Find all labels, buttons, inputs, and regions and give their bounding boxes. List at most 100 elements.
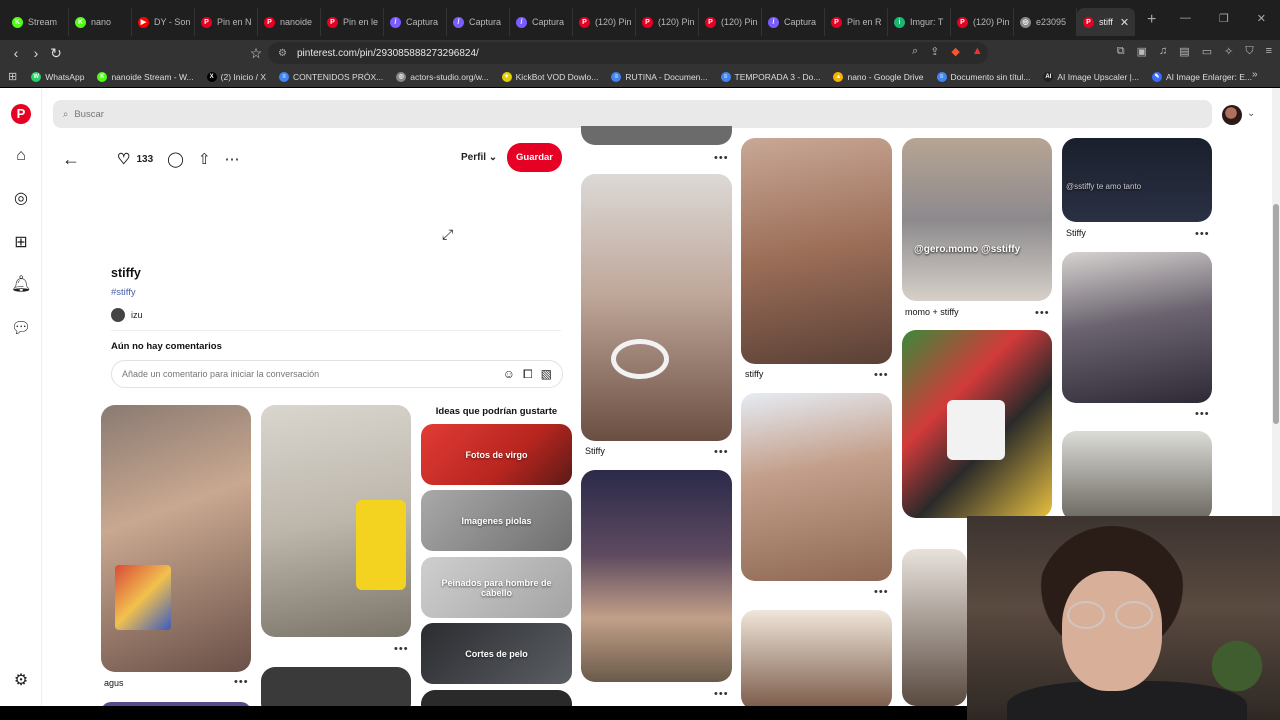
- more-options-icon[interactable]: •••: [1035, 307, 1050, 319]
- tab-search-icon[interactable]: ▣: [1137, 45, 1147, 58]
- bookmark-item[interactable]: ≡ Documento sin títul...: [936, 71, 1030, 82]
- bookmark-item[interactable]: ✦ KickBot VOD Dowlo...: [501, 71, 598, 82]
- bookmarks-overflow-icon[interactable]: »: [1252, 69, 1258, 80]
- reload-icon[interactable]: ↻: [46, 45, 66, 62]
- menu-icon[interactable]: ≡: [1266, 45, 1272, 58]
- back-nav-icon[interactable]: ‹: [6, 45, 26, 61]
- more-options-icon[interactable]: •••: [714, 688, 729, 700]
- bookmark-item[interactable]: W WhatsApp: [31, 71, 84, 82]
- browser-tab[interactable]: ◎ e23095: [1014, 8, 1077, 36]
- wallet-icon[interactable]: ▭: [1202, 45, 1212, 58]
- browser-tab[interactable]: Knano: [69, 8, 132, 36]
- browser-tab-active[interactable]: Pstiff ✕: [1077, 8, 1135, 36]
- brave-shield-icon[interactable]: ◆: [951, 45, 959, 58]
- notifications-icon[interactable]: 🔔︎: [11, 275, 31, 295]
- bookmark-item[interactable]: Knanoide Stream - W...: [97, 71, 194, 82]
- close-window-icon[interactable]: ✕: [1257, 12, 1266, 25]
- more-options-icon[interactable]: •••: [234, 676, 249, 688]
- more-options-icon[interactable]: ⋯: [225, 150, 240, 168]
- pin-image-pc-setup[interactable]: [1062, 252, 1212, 403]
- apps-grid-icon[interactable]: ⊞: [8, 70, 17, 83]
- more-options-icon[interactable]: •••: [1195, 408, 1210, 420]
- browser-tab[interactable]: K Stream: [6, 8, 69, 36]
- extensions-icon[interactable]: ⧉: [1117, 45, 1125, 58]
- pin-author[interactable]: izu: [111, 308, 143, 322]
- browser-tab[interactable]: P (120) Pin: [573, 8, 636, 36]
- bookmark-item[interactable]: ✎ AI Image Enlarger: E...: [1151, 71, 1252, 82]
- sticker-icon[interactable]: ⧠: [523, 367, 533, 382]
- more-options-icon[interactable]: •••: [714, 152, 729, 164]
- bookmark-item[interactable]: ≡ CONTENIDOS PRÓX...: [279, 71, 383, 82]
- pin-caption[interactable]: agus: [104, 678, 124, 688]
- chevron-down-icon[interactable]: ⌄: [1247, 108, 1255, 119]
- sidebar-icon[interactable]: ▤: [1179, 45, 1189, 58]
- address-bar[interactable]: ⚙ pinterest.com/pin/293085888273296824/: [268, 42, 988, 64]
- messages-icon[interactable]: 💬︎: [11, 319, 31, 339]
- idea-card-piolas[interactable]: Imagenes piolas: [421, 490, 572, 551]
- browser-tab[interactable]: ▶ DY - Son: [132, 8, 195, 36]
- bookmark-item[interactable]: ▲ nano - Google Drive: [833, 71, 924, 82]
- search-bar[interactable]: ⌕ Buscar: [53, 100, 1212, 128]
- bookmark-item[interactable]: ◎ actors-studio.org/w...: [396, 71, 489, 82]
- bookmark-star-icon[interactable]: ☆: [246, 45, 266, 62]
- more-options-icon[interactable]: •••: [394, 643, 409, 655]
- pin-image-sstiffy[interactable]: @sstiffy te amo tanto: [1062, 138, 1212, 222]
- back-arrow-icon[interactable]: ←: [62, 149, 80, 170]
- settings-icon[interactable]: ⚙: [11, 671, 31, 691]
- browser-tab[interactable]: P (120) Pin: [699, 8, 762, 36]
- idea-card-partial[interactable]: [421, 690, 572, 706]
- bookmark-item[interactable]: ≡ TEMPORADA 3 - Do...: [720, 71, 820, 82]
- pin-image-partial[interactable]: [902, 549, 967, 706]
- bookmark-item[interactable]: X (2) Inicio / X: [206, 71, 266, 82]
- rewards-icon[interactable]: ▲: [972, 45, 983, 58]
- browser-tab[interactable]: i Imgur: T: [888, 8, 951, 36]
- avatar[interactable]: [1222, 105, 1242, 125]
- emoji-icon[interactable]: ☺: [503, 367, 515, 382]
- pin-image-partial[interactable]: [581, 126, 732, 145]
- browser-tab[interactable]: P (120) Pin: [636, 8, 699, 36]
- browser-tab[interactable]: / Captura: [384, 8, 447, 36]
- zoom-icon[interactable]: ⌕: [912, 45, 918, 58]
- comment-icon[interactable]: ◯: [167, 150, 184, 168]
- more-options-icon[interactable]: •••: [874, 369, 889, 381]
- pin-caption[interactable]: stiffy: [745, 369, 763, 379]
- minimize-icon[interactable]: —: [1180, 12, 1191, 25]
- pin-image-group[interactable]: [261, 405, 411, 637]
- site-info-icon[interactable]: ⚙: [278, 48, 287, 59]
- idea-card-cortes[interactable]: Cortes de pelo: [421, 623, 572, 684]
- browser-tab[interactable]: P (120) Pin: [951, 8, 1014, 36]
- expand-icon[interactable]: ⤢: [442, 226, 453, 243]
- pin-image-momo[interactable]: @gero.momo @sstiffy: [902, 138, 1052, 301]
- scroll-thumb[interactable]: [1273, 204, 1279, 424]
- vpn-icon[interactable]: ⛉: [1245, 45, 1253, 58]
- idea-card-virgo[interactable]: Fotos de virgo: [421, 424, 572, 485]
- browser-tab[interactable]: P Pin en le: [321, 8, 384, 36]
- browser-tab[interactable]: P Pin en R: [825, 8, 888, 36]
- pin-image-swag[interactable]: [902, 330, 1052, 518]
- image-upload-icon[interactable]: ▧: [541, 367, 552, 382]
- more-options-icon[interactable]: •••: [1195, 228, 1210, 240]
- new-tab-icon[interactable]: +: [1147, 11, 1156, 29]
- leo-icon[interactable]: ✧: [1224, 45, 1233, 58]
- browser-tab[interactable]: / Captura: [762, 8, 825, 36]
- forward-nav-icon[interactable]: ›: [26, 45, 46, 61]
- close-tab-icon[interactable]: ✕: [1120, 16, 1129, 29]
- save-button[interactable]: Guardar: [507, 143, 562, 172]
- browser-tab[interactable]: P Pin en N: [195, 8, 258, 36]
- share-icon[interactable]: ⇪: [930, 45, 939, 58]
- pin-image-stiffy-selfie[interactable]: [581, 174, 732, 441]
- pin-caption[interactable]: momo + stiffy: [905, 307, 959, 317]
- bookmark-item[interactable]: AI AI Image Upscaler |...: [1043, 71, 1139, 82]
- pin-caption[interactable]: Stiffy: [585, 446, 605, 456]
- pin-caption[interactable]: Stiffy: [1066, 228, 1086, 238]
- restore-icon[interactable]: ❐: [1219, 12, 1229, 25]
- pin-image-agus[interactable]: [101, 405, 251, 672]
- pin-image-stiffy-shirtless[interactable]: [741, 138, 892, 364]
- pinterest-logo-icon[interactable]: P: [11, 104, 31, 124]
- pin-image-partial[interactable]: [741, 610, 892, 706]
- browser-tab[interactable]: Pnanoide: [258, 8, 321, 36]
- more-options-icon[interactable]: •••: [874, 586, 889, 598]
- browser-tab[interactable]: / Captura: [447, 8, 510, 36]
- home-icon[interactable]: ⌂: [11, 146, 31, 166]
- bookmark-item[interactable]: ≡ RUTINA - Documen...: [611, 71, 708, 82]
